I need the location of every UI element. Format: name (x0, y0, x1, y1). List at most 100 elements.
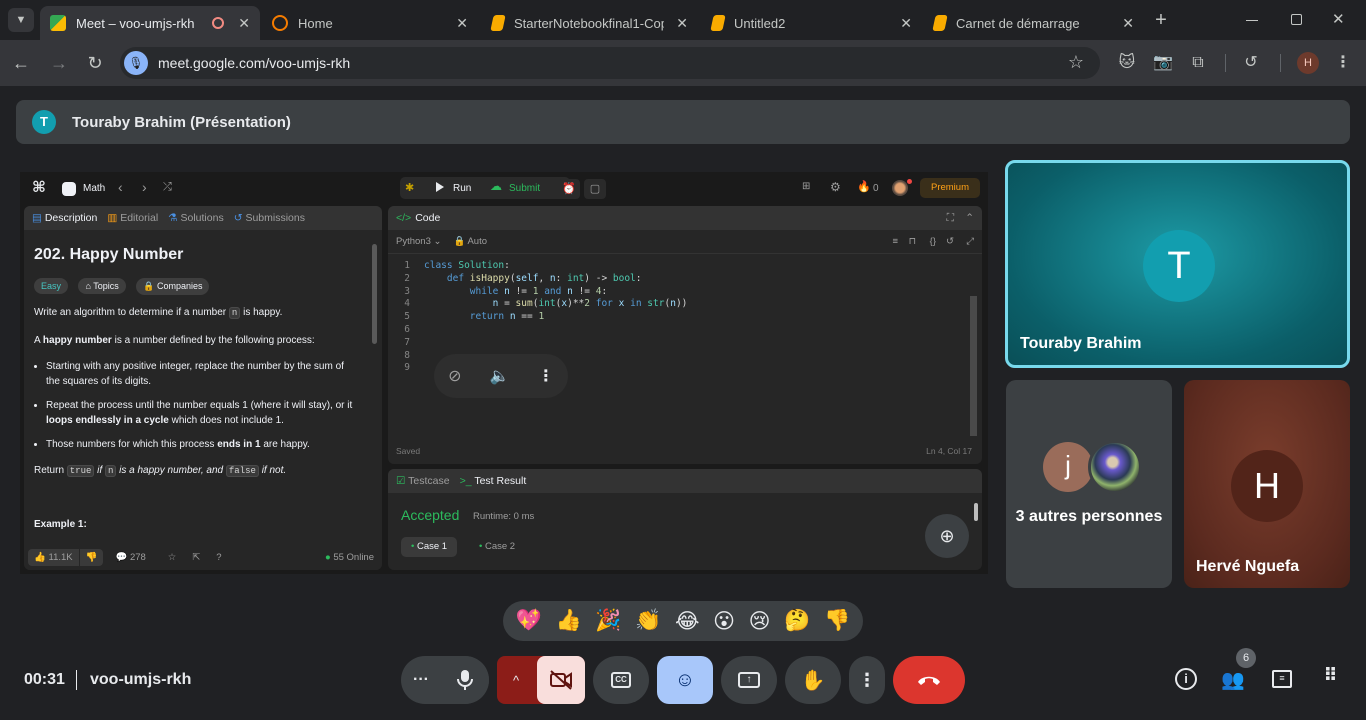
auto-toggle[interactable]: 🔒 Auto (453, 236, 487, 247)
thumbs-up-reaction[interactable]: 👍 (556, 609, 582, 633)
next-problem-icon[interactable]: › (142, 179, 147, 195)
forward-icon[interactable]: → (48, 52, 70, 74)
maximize-icon[interactable]: ⛶ (947, 212, 954, 225)
user-avatar[interactable] (892, 180, 908, 196)
profile-avatar[interactable]: H (1297, 52, 1319, 74)
tab-search-button[interactable]: ▼ (8, 8, 34, 32)
auto-label: Auto (467, 236, 487, 247)
sparkling-heart-reaction[interactable]: 💖 (516, 609, 542, 633)
participant-tile-third[interactable]: H Hervé Nguefa (1184, 380, 1350, 588)
format-icon[interactable]: ≡ (892, 236, 898, 247)
people-button[interactable]: 👥 (1221, 668, 1245, 692)
tab-testcase[interactable]: ☑ Testcase (396, 475, 450, 487)
more-options-icon[interactable]: ⋮ (538, 366, 554, 386)
prev-problem-icon[interactable]: ‹ (118, 179, 123, 195)
close-tab-icon[interactable]: ✕ (676, 15, 688, 32)
run-button[interactable]: Run (453, 183, 471, 194)
comments-button[interactable]: 💬 278 (115, 552, 145, 563)
help-icon[interactable]: ? (216, 552, 221, 563)
expand-icon[interactable]: ⤢ (966, 236, 974, 247)
tab-home[interactable]: Home ✕ (262, 6, 478, 40)
back-icon[interactable]: ← (10, 52, 32, 74)
joy-reaction[interactable]: 😂 (675, 609, 700, 634)
browser-menu-icon[interactable]: ⋮ (1332, 52, 1354, 74)
activities-button[interactable]: ⠿ (1318, 666, 1342, 692)
unpin-icon[interactable]: ⊘ (448, 366, 461, 386)
shuffle-icon[interactable]: ⤮ (163, 181, 172, 194)
case-2-button[interactable]: • Case 2 (473, 537, 521, 557)
meeting-details-button[interactable]: i (1174, 668, 1198, 692)
minimize-icon[interactable] (1246, 20, 1258, 21)
screenshot-extension-icon[interactable]: 📷 (1152, 52, 1174, 74)
timer-icon[interactable]: ⏰ (558, 179, 580, 199)
site-info-icon[interactable]: 🎙 (124, 51, 148, 75)
tab-meet[interactable]: Meet – voo-umjs-rkh ✕ (40, 6, 260, 40)
companies-pill[interactable]: 🔒 Companies (136, 278, 210, 295)
like-button[interactable]: 👍 11.1K (28, 548, 79, 566)
emoji-reactions-button[interactable]: ☺ (657, 656, 713, 704)
close-tab-icon[interactable]: ✕ (900, 15, 912, 32)
restore-icon[interactable] (1291, 14, 1302, 25)
tab-starter-notebook[interactable]: StarterNotebookfinal1-Copy ✕ (482, 6, 698, 40)
notes-icon[interactable]: ▢ (584, 179, 606, 199)
tab-submissions[interactable]: ↺ Submissions (234, 212, 305, 224)
microphone-button[interactable] (441, 656, 489, 704)
thumbs-down-reaction[interactable]: 👎 (824, 609, 850, 633)
close-tab-icon[interactable]: ✕ (456, 15, 468, 32)
close-window-icon[interactable]: ✕ (1332, 10, 1345, 28)
case-1-button[interactable]: • Case 1 (401, 537, 458, 557)
premium-button[interactable]: Premium (920, 178, 980, 198)
address-bar[interactable]: 🎙 meet.google.com/voo-umjs-rkh ☆ (120, 47, 1100, 79)
history-icon[interactable]: ↺ (1240, 52, 1262, 74)
bookmark-star-icon[interactable]: ☆ (1068, 52, 1084, 73)
participant-tile-others[interactable]: j 3 autres personnes (1006, 380, 1172, 588)
speaker-icon[interactable]: 🔈 (490, 366, 510, 386)
description-scrollbar[interactable] (372, 244, 377, 344)
clapping-reaction[interactable]: 👏 (635, 609, 661, 633)
layout-icon[interactable]: ⊞ (802, 181, 810, 192)
editor-scrollbar[interactable] (970, 296, 977, 436)
result-scrollbar[interactable] (974, 503, 978, 521)
submit-button[interactable]: Submit (509, 183, 540, 194)
camera-toggle-button[interactable] (537, 656, 585, 704)
reload-icon[interactable]: ↻ (84, 52, 106, 74)
sad-reaction[interactable]: 😢 (749, 609, 771, 634)
tab-description[interactable]: ▤ Description (32, 212, 97, 224)
extensions-puzzle-icon[interactable]: ⧉ (1187, 52, 1209, 74)
close-tab-icon[interactable]: ✕ (238, 15, 250, 32)
problem-list-name[interactable]: Math (83, 183, 105, 194)
raise-hand-button[interactable]: ✋ (785, 656, 841, 704)
thinking-reaction[interactable]: 🤔 (784, 609, 810, 633)
favorite-star-icon[interactable]: ☆ (168, 552, 177, 563)
participant-tile-main[interactable]: T Touraby Brahim (1005, 160, 1350, 368)
reset-icon[interactable]: ↺ (946, 236, 954, 247)
close-tab-icon[interactable]: ✕ (1122, 15, 1134, 32)
chat-button[interactable]: ≡ (1270, 668, 1294, 692)
more-options-button[interactable]: ⋮ (849, 656, 885, 704)
tab-solutions[interactable]: ⚗ Solutions (168, 212, 224, 224)
settings-gear-icon[interactable]: ⚙ (830, 180, 841, 194)
new-tab-button[interactable]: + (1150, 8, 1172, 32)
code-editor[interactable]: 1 class Solution: 2 def isHappy(self, n: … (394, 260, 964, 440)
bookmark-icon[interactable]: ⊓ (909, 236, 916, 247)
zoom-button[interactable]: ⊕ (925, 514, 969, 558)
share-icon[interactable]: ⇱ (192, 552, 200, 563)
tab-editorial[interactable]: ▥ Editorial (107, 212, 158, 224)
extension-emoji-icon[interactable]: 🐱 (1116, 52, 1138, 74)
party-popper-reaction[interactable]: 🎉 (595, 609, 621, 633)
surprised-reaction[interactable]: 😮 (713, 609, 735, 634)
topics-pill[interactable]: ⌂ Topics (78, 278, 126, 294)
braces-icon[interactable]: {} (930, 236, 936, 247)
leave-call-button[interactable] (893, 656, 965, 704)
dislike-button[interactable]: 👎 (79, 548, 104, 566)
line-number: 8 (404, 349, 410, 361)
captions-button[interactable]: CC (593, 656, 649, 704)
tab-carnet[interactable]: Carnet de démarrage ✕ (924, 6, 1144, 40)
debug-icon[interactable]: ✱ (405, 181, 414, 194)
tab-untitled2[interactable]: Untitled2 ✕ (702, 6, 922, 40)
present-screen-button[interactable]: ↑ (721, 656, 777, 704)
language-select[interactable]: Python3 ⌄ (396, 236, 441, 247)
tab-test-result[interactable]: >_ Test Result (460, 475, 527, 487)
collapse-icon[interactable]: ⌃ (965, 212, 974, 224)
shared-screen[interactable]: ⌘ Math ‹ › ⤮ ✱ Run ☁ Submit ⏰ ▢ ⊞ ⚙ 🔥 0 … (20, 172, 988, 574)
